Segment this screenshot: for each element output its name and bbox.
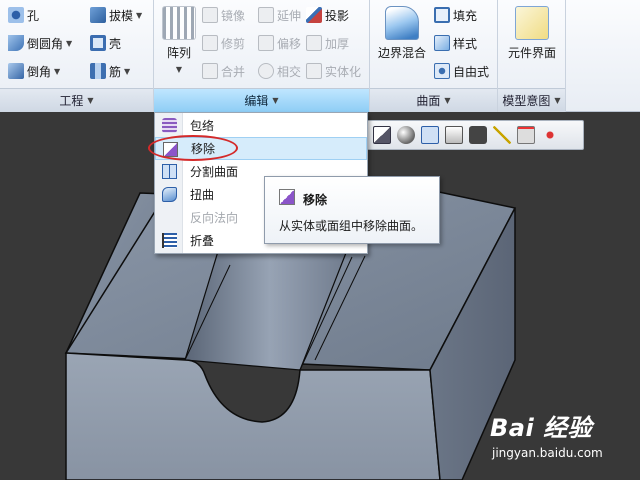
wrap-icon [162,118,177,133]
style-button[interactable]: 样式 [434,32,477,54]
solidify-icon [306,63,322,79]
group-label-model-intent[interactable]: 模型意图 ▼ [498,88,565,112]
group-engineering: 孔 拔模 ▼ 倒圆角 ▼ 壳 倒角 ▼ 筋 ▼ 工程 ▼ [0,0,154,112]
group-editing: 阵列 ▼ 镜像 延伸 投影 修剪 偏移 加厚 合并 相交 实体化 编辑 ▼ [154,0,370,112]
mirror-button[interactable]: 镜像 [202,4,245,26]
extend-button[interactable]: 延伸 [258,4,301,26]
style-icon [434,35,450,51]
boundary-blend-icon [385,6,419,40]
trim-icon [202,35,218,51]
watermark-url: jingyan.baidu.com [492,446,603,460]
merge-icon [202,63,218,79]
thicken-button[interactable]: 加厚 [306,32,349,54]
chamfer-button[interactable]: 倒角 ▼ [8,60,60,82]
watermark-logo: Bai 经验 [490,414,593,442]
intersect-icon [258,63,274,79]
fill-button[interactable]: 填充 [434,4,477,26]
offset-icon [258,35,274,51]
shading-icon[interactable] [397,126,415,144]
round-button[interactable]: 倒圆角 ▼ [8,32,72,54]
freestyle-button[interactable]: 自由式 [434,60,489,82]
component-interface-button[interactable]: 元件界面 [502,6,562,61]
group-surfaces: 边界混合 填充 样式 自由式 曲面 ▼ [370,0,498,112]
tooltip-description: 从实体或面组中移除曲面。 [279,219,424,233]
chevron-down-icon: ▼ [272,96,279,105]
split-surface-icon [162,164,177,179]
chevron-down-icon: ▼ [124,66,131,76]
chevron-down-icon: ▼ [444,96,451,105]
chevron-down-icon: ▼ [87,96,94,105]
chevron-down-icon: ▼ [54,66,61,76]
tooltip-title: 移除 [303,193,328,207]
baidu-watermark: Bai 经验 jingyan.baidu.com [490,408,603,460]
warp-icon [162,187,177,202]
group-label-editing[interactable]: 编辑 ▼ [154,88,369,112]
intersect-button[interactable]: 相交 [258,60,301,82]
axis-display-icon[interactable] [493,126,511,144]
freestyle-icon [434,63,450,79]
remove-tooltip: 移除 从实体或面组中移除曲面。 [264,176,440,244]
camera-icon[interactable] [469,126,487,144]
hole-icon [8,7,24,23]
chevron-down-icon: ▼ [136,10,143,20]
point-display-icon[interactable] [517,126,535,144]
extend-icon [258,7,274,23]
sketch-view-icon[interactable] [373,126,391,144]
mirror-icon [202,7,218,23]
project-icon [306,7,322,23]
chevron-down-icon: ▼ [175,65,183,74]
group-label-surfaces[interactable]: 曲面 ▼ [370,88,497,112]
flatten-icon [162,233,177,248]
rib-icon [90,63,106,79]
chevron-down-icon: ▼ [66,38,73,48]
boundary-blend-button[interactable]: 边界混合 [376,6,428,61]
trim-button[interactable]: 修剪 [202,32,245,54]
merge-button[interactable]: 合并 [202,60,245,82]
round-icon [8,35,24,51]
view-toolbar [366,120,584,150]
solidify-button[interactable]: 实体化 [306,60,361,82]
thicken-icon [306,35,322,51]
offset-button[interactable]: 偏移 [258,32,301,54]
csys-display-icon[interactable] [541,126,559,144]
component-interface-icon [515,6,549,40]
cube-view-icon[interactable] [421,126,439,144]
draft-button[interactable]: 拔模 ▼ [90,4,142,26]
shell-button[interactable]: 壳 [90,32,121,54]
draft-icon [90,7,106,23]
project-button[interactable]: 投影 [306,4,349,26]
pattern-icon [162,6,196,40]
ribbon: 孔 拔模 ▼ 倒圆角 ▼ 壳 倒角 ▼ 筋 ▼ 工程 ▼ 阵列 ▼ 镜像 延伸 … [0,0,640,112]
hole-button[interactable]: 孔 [8,4,39,26]
pattern-button[interactable]: 阵列 ▼ [162,6,196,74]
rib-button[interactable]: 筋 ▼ [90,60,130,82]
remove-icon [279,189,295,205]
highlight-ring [148,135,238,161]
group-label-engineering[interactable]: 工程 ▼ [0,88,153,112]
fill-icon [434,7,450,23]
chamfer-icon [8,63,24,79]
menu-item-wrap[interactable]: 包络 [155,114,367,137]
chevron-down-icon: ▼ [554,96,561,105]
shell-icon [90,35,106,51]
layer-icon[interactable] [445,126,463,144]
group-model-intent: 元件界面 模型意图 ▼ [498,0,566,112]
